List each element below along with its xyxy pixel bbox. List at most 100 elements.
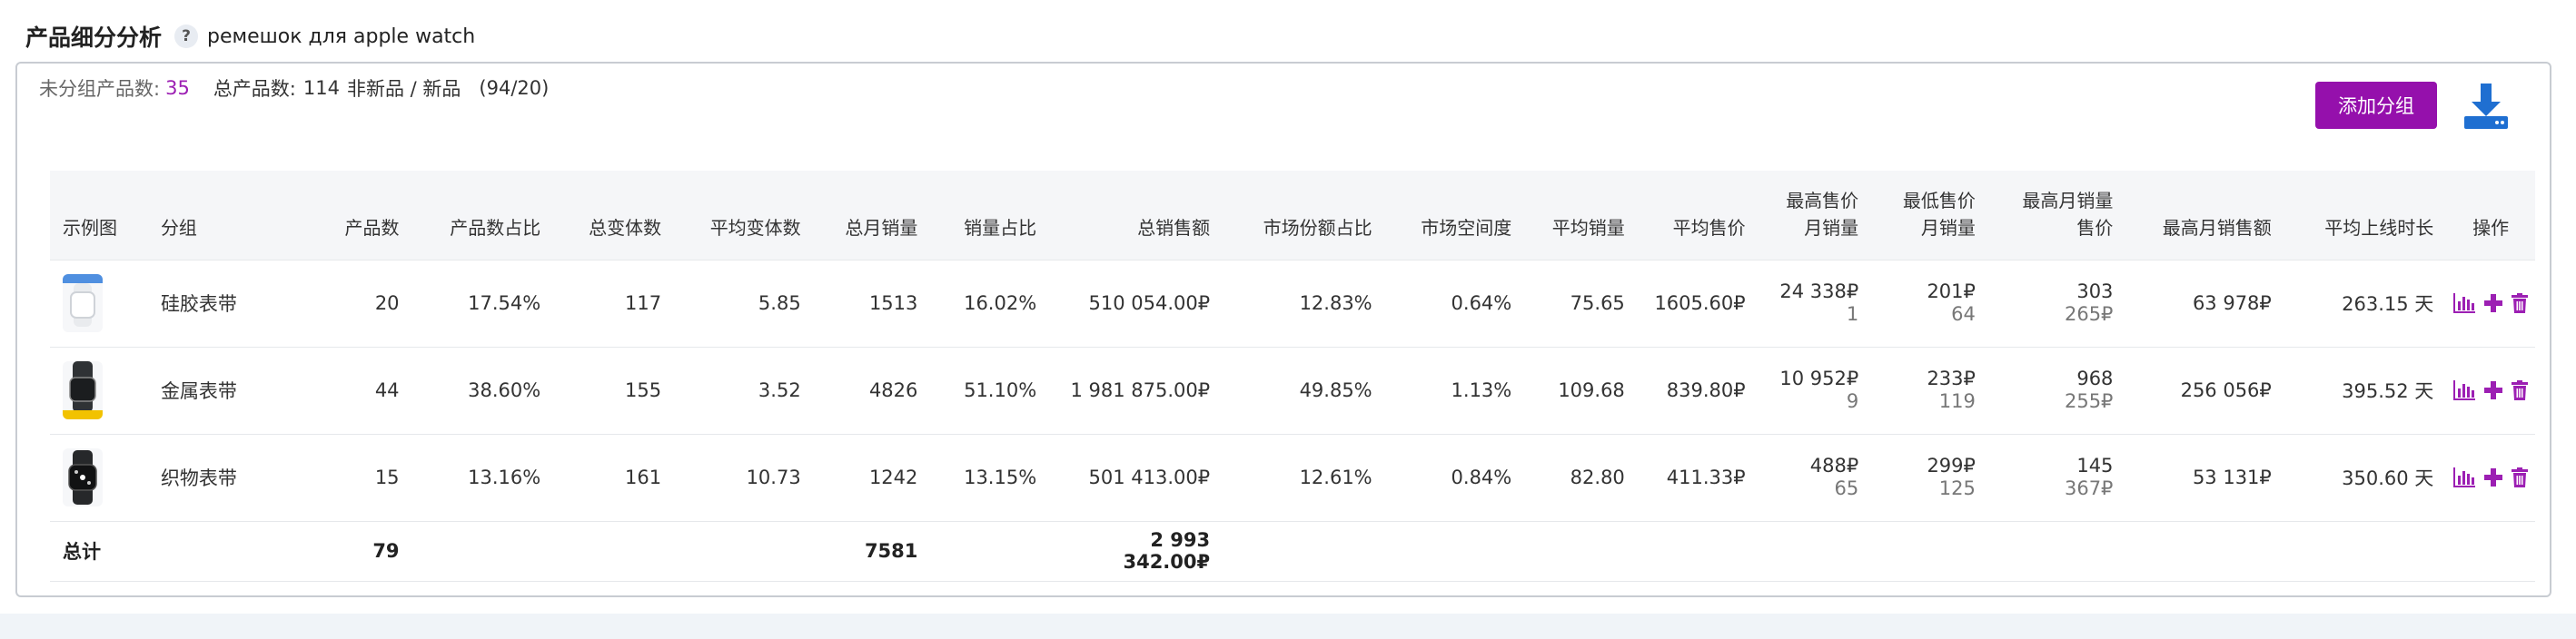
max-sales-cell: 303 265₽ <box>1987 259 2126 347</box>
max-sales: 303 <box>2076 280 2114 302</box>
max-revenue: 256 056₽ <box>2125 346 2284 434</box>
row-actions <box>2446 433 2535 521</box>
min-price-cell: 299₽ 125 <box>1871 433 1988 521</box>
col-min-price[interactable]: 最低售价 月销量 <box>1871 171 1988 260</box>
max-sales: 968 <box>2076 368 2114 389</box>
max-sales-price: 255₽ <box>2064 390 2114 412</box>
max-sales-price: 367₽ <box>2064 477 2114 499</box>
col-sales-share[interactable]: 销量占比 <box>930 171 1050 260</box>
row-actions <box>2446 346 2535 434</box>
market-share: 49.85% <box>1223 346 1385 434</box>
product-thumbnail[interactable] <box>50 346 148 434</box>
monthly-sales: 4826 <box>813 346 931 434</box>
plus-icon[interactable] <box>2484 468 2503 487</box>
col-avg-price[interactable]: 平均售价 <box>1637 171 1759 260</box>
col-market-share[interactable]: 市场份额占比 <box>1223 171 1385 260</box>
ungrouped-count[interactable]: 35 <box>165 77 190 99</box>
market-share: 12.83% <box>1223 259 1385 347</box>
min-price: 233₽ <box>1927 368 1976 389</box>
bar-chart-icon[interactable] <box>2453 467 2476 487</box>
col-max-sales[interactable]: 最高月销量 售价 <box>1987 171 2126 260</box>
revenue: 501 413.00₽ <box>1049 433 1224 521</box>
download-icon[interactable] <box>2461 80 2512 131</box>
col-group: 分组 <box>147 171 318 260</box>
max-price: 24 338₽ <box>1779 280 1859 302</box>
col-max-price-l2: 月销量 <box>1804 216 1859 239</box>
total-monthly-sales: 7581 <box>813 520 931 582</box>
variants-total: 155 <box>553 346 675 434</box>
add-group-button[interactable]: 添加分组 <box>2315 82 2437 129</box>
question-icon[interactable]: ? <box>174 25 199 48</box>
bar-chart-icon[interactable] <box>2453 380 2476 400</box>
trash-icon[interactable] <box>2512 380 2529 400</box>
product-thumbnail[interactable] <box>50 433 148 521</box>
trash-icon[interactable] <box>2512 467 2529 487</box>
max-price: 488₽ <box>1809 455 1859 477</box>
products-count[interactable]: 20 <box>317 259 412 347</box>
col-max-price-l1: 最高售价 <box>1786 189 1859 211</box>
group-name: 硅胶表带 <box>147 259 318 347</box>
page-header: 产品细分分析 ? ремешок для apple watch <box>25 18 475 54</box>
products-share: 17.54% <box>411 259 554 347</box>
col-variants-avg[interactable]: 平均变体数 <box>674 171 814 260</box>
variants-avg: 3.52 <box>674 346 814 434</box>
segment-panel: 未分组产品数: 35 总产品数: 114 非新品 / 新品 (94/20) 添加… <box>15 62 2551 597</box>
market-space: 0.64% <box>1384 259 1525 347</box>
max-revenue: 63 978₽ <box>2125 259 2284 347</box>
min-price: 299₽ <box>1927 455 1976 477</box>
row-actions <box>2446 259 2535 347</box>
sales-share: 51.10% <box>930 346 1050 434</box>
col-max-price[interactable]: 最高售价月销量 <box>1758 171 1872 260</box>
plus-icon[interactable] <box>2484 381 2503 399</box>
revenue: 510 054.00₽ <box>1049 259 1224 347</box>
col-avg-listing[interactable]: 平均上线时长 <box>2284 171 2447 260</box>
table-header-row: 示例图 分组 产品数 产品数占比 总变体数 平均变体数 总月销量 销量占比 总销… <box>50 171 2535 260</box>
col-max-revenue[interactable]: 最高月销售额 <box>2125 171 2284 260</box>
group-name: 金属表带 <box>147 346 318 434</box>
col-market-space[interactable]: 市场空间度 <box>1384 171 1525 260</box>
col-max-sales-l1: 最高月销量 <box>2022 189 2114 211</box>
max-price-cell: 10 952₽ 9 <box>1758 346 1872 434</box>
table-row: 硅胶表带 20 17.54% 117 5.85 1513 16.02% 510 … <box>50 259 2535 347</box>
col-variants-total[interactable]: 总变体数 <box>553 171 675 260</box>
segment-table: 示例图 分组 产品数 产品数占比 总变体数 平均变体数 总月销量 销量占比 总销… <box>50 171 2535 582</box>
max-sales-price: 265₽ <box>2064 303 2114 325</box>
max-price: 10 952₽ <box>1779 368 1859 389</box>
market-space: 1.13% <box>1384 346 1525 434</box>
col-min-price-l1: 最低售价 <box>1902 189 1976 211</box>
col-revenue[interactable]: 总销售额 <box>1049 171 1224 260</box>
variants-total: 161 <box>553 433 675 521</box>
total-revenue: 2 993 342.00₽ <box>1049 520 1224 582</box>
total-row: 总计 79 7581 2 993 342.00₽ <box>50 520 2535 582</box>
max-price-sales: 9 <box>1846 390 1859 412</box>
trash-icon[interactable] <box>2512 293 2529 313</box>
search-keyword: ремешок для apple watch <box>207 25 476 48</box>
col-avg-sales[interactable]: 平均销量 <box>1524 171 1638 260</box>
min-price: 201₽ <box>1927 280 1976 302</box>
plus-icon[interactable] <box>2484 294 2503 312</box>
min-price-sales: 125 <box>1938 477 1976 499</box>
avg-listing: 263.15 天 <box>2284 259 2447 347</box>
avg-price: 839.80₽ <box>1637 346 1759 434</box>
avg-listing: 350.60 天 <box>2284 433 2447 521</box>
new-count: (94/20) <box>479 77 550 99</box>
variants-avg: 10.73 <box>674 433 814 521</box>
min-price-cell: 233₽ 119 <box>1871 346 1988 434</box>
products-count[interactable]: 15 <box>317 433 412 521</box>
col-products-share[interactable]: 产品数占比 <box>411 171 554 260</box>
products-count[interactable]: 44 <box>317 346 412 434</box>
col-ops: 操作 <box>2446 171 2535 260</box>
market-space: 0.84% <box>1384 433 1525 521</box>
product-stats: 未分组产品数: 35 总产品数: 114 非新品 / 新品 (94/20) <box>39 74 549 102</box>
avg-sales: 75.65 <box>1524 259 1638 347</box>
max-price-cell: 488₽ 65 <box>1758 433 1872 521</box>
total-count: 114 <box>302 77 340 99</box>
table-row: 金属表带 44 38.60% 155 3.52 4826 51.10% 1 98… <box>50 346 2535 434</box>
col-monthly-sales[interactable]: 总月销量 <box>813 171 931 260</box>
bar-chart-icon[interactable] <box>2453 293 2476 313</box>
new-label: 非新品 / 新品 <box>346 78 461 100</box>
col-products[interactable]: 产品数 <box>317 171 412 260</box>
min-price-cell: 201₽ 64 <box>1871 259 1988 347</box>
max-sales-cell: 145 367₽ <box>1987 433 2126 521</box>
product-thumbnail[interactable] <box>50 259 148 347</box>
